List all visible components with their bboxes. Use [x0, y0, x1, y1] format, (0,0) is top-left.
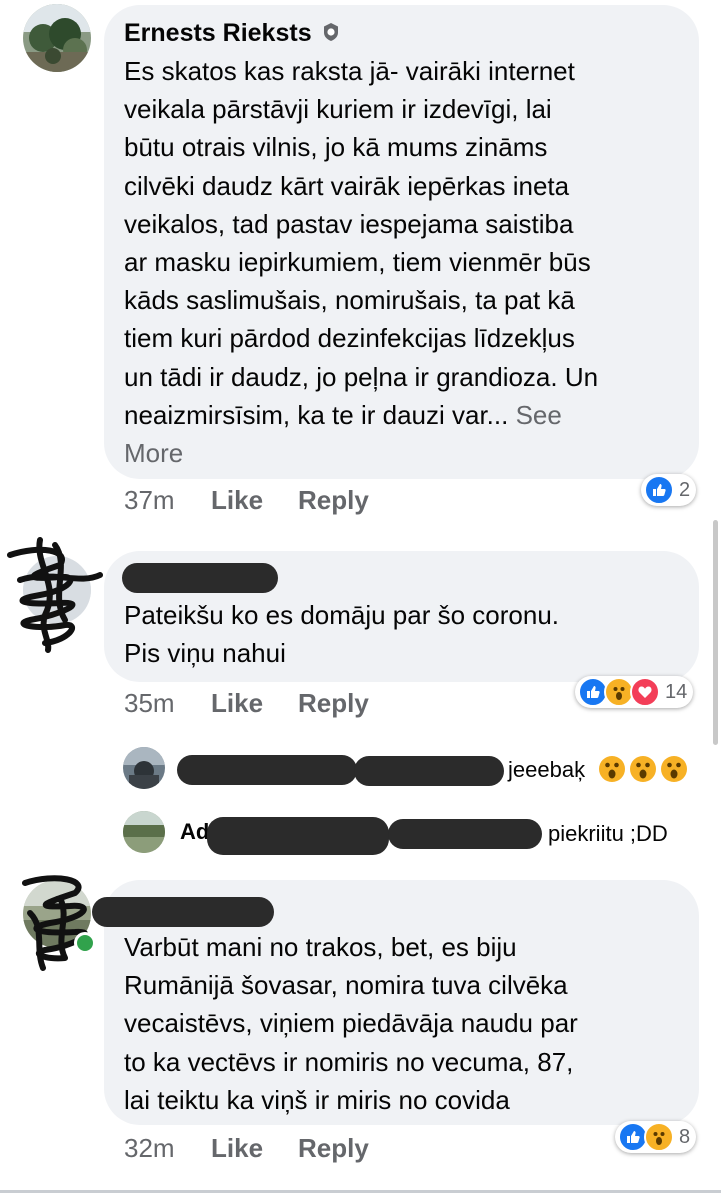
redacted-name [122, 563, 278, 593]
like-button[interactable]: Like [211, 1133, 263, 1164]
reply-avatar[interactable] [123, 747, 165, 789]
reply-button[interactable]: Reply [298, 688, 369, 719]
avatar-photo [123, 747, 165, 789]
wow-emoji-icon [661, 756, 687, 782]
wow-reaction-icon [644, 1122, 674, 1152]
comment-text: Pateikšu ko es domāju par šo coronu. Pis… [124, 600, 560, 669]
reaction-count: 8 [679, 1125, 691, 1148]
avatar-photo [23, 556, 91, 624]
love-reaction-icon [630, 677, 660, 707]
reactions-summary[interactable]: 14 [575, 676, 694, 708]
avatar-photo [123, 811, 165, 853]
comment-actions: 35m [124, 688, 175, 719]
redacted-name [207, 817, 389, 855]
reactions-summary[interactable]: 2 [641, 474, 697, 506]
bottom-divider [0, 1190, 721, 1193]
wow-emoji-icon [599, 756, 625, 782]
reaction-count: 14 [665, 680, 688, 703]
reaction-count: 2 [679, 478, 691, 501]
reactions-summary[interactable]: 8 [615, 1121, 697, 1153]
comment-actions: 37m [124, 485, 175, 516]
reply-text: jeeebaķ [508, 757, 586, 782]
avatar-ernests-rieksts[interactable] [23, 4, 91, 72]
avatar-photo [23, 4, 91, 72]
comment-body: Es skatos kas raksta jā- vairāki interne… [124, 56, 599, 430]
redacted-name [388, 819, 542, 849]
like-button[interactable]: Like [211, 688, 263, 719]
comment-timestamp[interactable]: 32m [124, 1133, 175, 1163]
reply-text: piekriitu ;DD [548, 821, 668, 846]
like-button[interactable]: Like [211, 485, 263, 516]
comment-timestamp[interactable]: 37m [124, 485, 175, 515]
redacted-name [92, 897, 274, 927]
wow-emoji-group [598, 755, 688, 783]
wow-emoji-icon [630, 756, 656, 782]
redacted-name [354, 756, 504, 786]
comment-author-name[interactable]: Ernests Rieksts [124, 19, 312, 48]
online-status-indicator [74, 932, 96, 954]
avatar[interactable] [23, 556, 91, 624]
comment-actions: 32m [124, 1133, 175, 1164]
comment-text: Es skatos kas raksta jā- vairāki interne… [124, 52, 694, 472]
reply-author-fragment[interactable]: Ad [180, 819, 209, 845]
reply-avatar[interactable] [123, 811, 165, 853]
redacted-name [177, 755, 357, 785]
scrollbar[interactable] [713, 520, 718, 745]
like-reaction-icon [644, 475, 674, 505]
comment-text: Varbūt mani no trakos, bet, es biju Rumā… [124, 932, 578, 1115]
comment-timestamp[interactable]: 35m [124, 688, 175, 718]
top-fan-badge-icon [324, 23, 338, 41]
reply-button[interactable]: Reply [298, 1133, 369, 1164]
reply-button[interactable]: Reply [298, 485, 369, 516]
